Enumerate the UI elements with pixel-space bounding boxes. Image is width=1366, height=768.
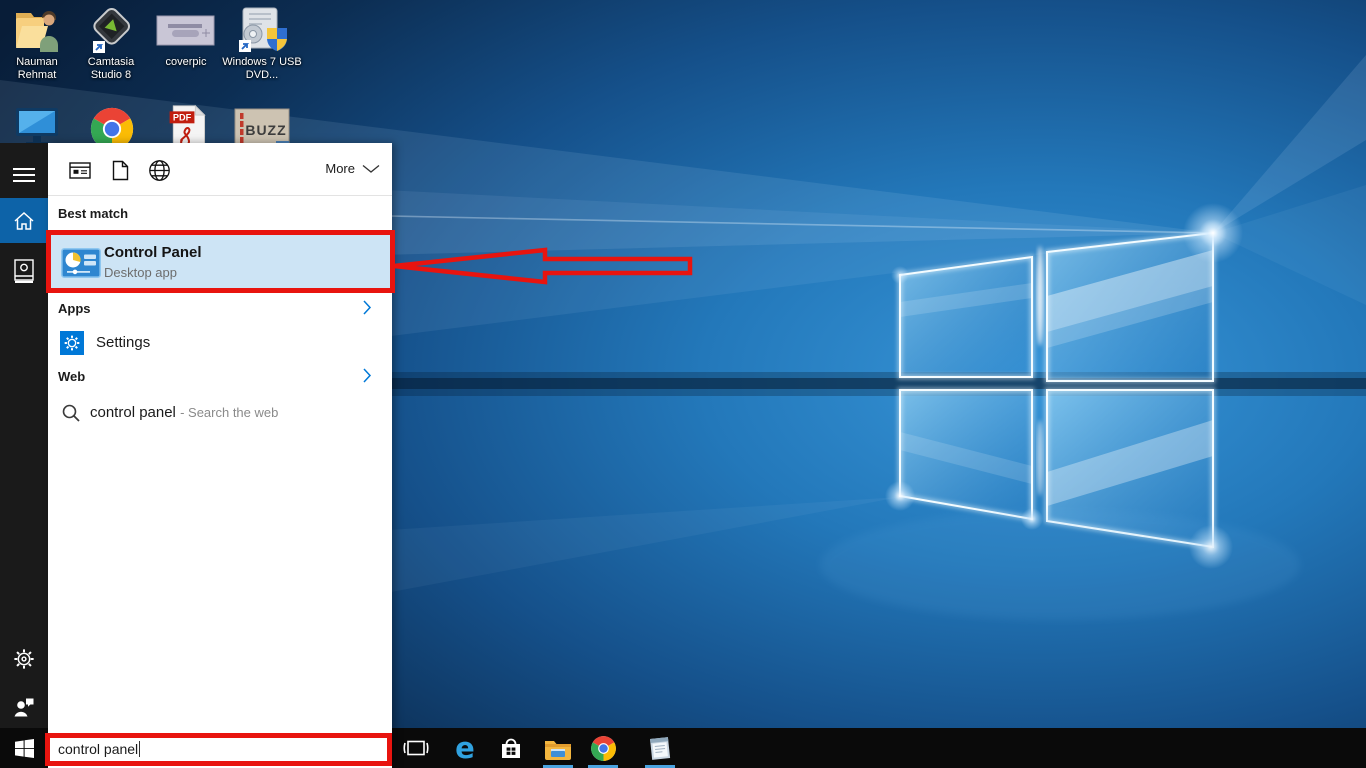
search-icon xyxy=(62,404,80,422)
web-search-suggestion[interactable]: control panel - Search the web xyxy=(48,398,392,430)
search-filter-bar: More xyxy=(48,143,392,196)
desktop-icon-label: Camtasia Studio 8 xyxy=(87,56,135,81)
filter-documents-button[interactable] xyxy=(106,156,134,184)
more-dropdown[interactable]: More xyxy=(325,161,380,176)
more-label: More xyxy=(325,161,355,176)
store-icon xyxy=(502,738,520,758)
gear-icon xyxy=(14,649,34,669)
chevron-down-icon xyxy=(362,164,380,173)
notepad-icon xyxy=(649,736,670,760)
feedback-person-icon xyxy=(14,698,34,716)
best-match-subtitle: Desktop app xyxy=(104,265,177,280)
web-suggestion-hint: - Search the web xyxy=(180,405,279,420)
settings-result-label: Settings xyxy=(96,334,151,351)
file-explorer-button[interactable] xyxy=(536,728,580,768)
start-button[interactable] xyxy=(0,728,48,768)
settings-tile xyxy=(60,331,84,355)
best-match-title: Control Panel xyxy=(104,244,202,261)
search-result-settings[interactable]: Settings xyxy=(48,326,392,362)
filter-apps-button[interactable] xyxy=(66,156,94,184)
user-folder-icon xyxy=(16,11,58,52)
chrome-icon xyxy=(590,735,616,761)
filter-web-button[interactable] xyxy=(145,156,173,184)
web-section-chevron[interactable] xyxy=(362,367,372,389)
task-view-button[interactable] xyxy=(394,728,438,768)
search-notebook-button[interactable] xyxy=(0,253,48,289)
desktop-icon-win7-usb-dvd[interactable]: Windows 7 USB DVD... xyxy=(222,6,302,82)
search-home-button[interactable] xyxy=(0,198,48,243)
apps-section-header[interactable]: Apps xyxy=(58,301,91,316)
desktop-icon-label: coverpic xyxy=(165,56,207,68)
task-view-icon xyxy=(403,740,429,756)
desktop-icon-user-folder[interactable]: Nauman Rehmat xyxy=(0,6,74,82)
svg-text:PDF: PDF xyxy=(173,113,192,123)
hamburger-icon xyxy=(13,168,35,182)
search-flyout-panel: More Best match Control Panel Desktop ap… xyxy=(48,143,392,768)
search-input[interactable]: control panel xyxy=(48,733,392,768)
web-suggestion-text: control panel - Search the web xyxy=(90,404,278,421)
document-filter-icon xyxy=(112,160,128,180)
search-input-value: control panel xyxy=(58,741,139,757)
control-panel-icon xyxy=(61,248,101,278)
desktop-icon-label: Nauman Rehmat xyxy=(16,56,58,81)
notebook-icon xyxy=(14,258,34,283)
file-explorer-icon xyxy=(545,740,571,760)
camtasia-icon xyxy=(93,7,131,53)
windows-logo-icon xyxy=(14,738,34,758)
desktop-icon-coverpic[interactable]: coverpic xyxy=(149,6,223,69)
search-settings-button[interactable] xyxy=(0,643,48,675)
desktop-icon-camtasia[interactable]: Camtasia Studio 8 xyxy=(74,6,148,82)
svg-text:BUZZ: BUZZ xyxy=(245,122,286,138)
gear-icon xyxy=(64,335,80,351)
chevron-right-icon xyxy=(363,368,372,383)
home-icon xyxy=(14,211,34,230)
chrome-button[interactable] xyxy=(581,728,625,768)
chevron-right-icon xyxy=(363,300,372,315)
edge-button[interactable]: e xyxy=(443,728,487,768)
web-section-header[interactable]: Web xyxy=(58,369,85,384)
windows-desktop: Nauman Rehmat Camtasia Studio 8 coverpic xyxy=(0,0,1366,768)
globe-icon xyxy=(148,159,170,181)
search-feedback-button[interactable] xyxy=(0,691,48,723)
best-match-result-control-panel[interactable]: Control Panel Desktop app xyxy=(48,235,392,289)
search-flyout-rail xyxy=(0,143,48,728)
edge-icon: e xyxy=(455,731,475,765)
store-button[interactable] xyxy=(489,728,533,768)
apps-filter-icon xyxy=(69,161,91,179)
best-match-header: Best match xyxy=(58,206,129,221)
web-suggestion-query: control panel xyxy=(90,404,176,421)
hamburger-menu-button[interactable] xyxy=(0,160,48,190)
image-thumbnail-icon xyxy=(156,15,215,46)
text-caret xyxy=(139,741,141,757)
notepad-button[interactable] xyxy=(638,728,682,768)
desktop-icon-label: Windows 7 USB DVD... xyxy=(222,56,302,81)
apps-section-chevron[interactable] xyxy=(362,299,372,321)
win7-usb-dvd-tool-icon xyxy=(239,7,287,52)
